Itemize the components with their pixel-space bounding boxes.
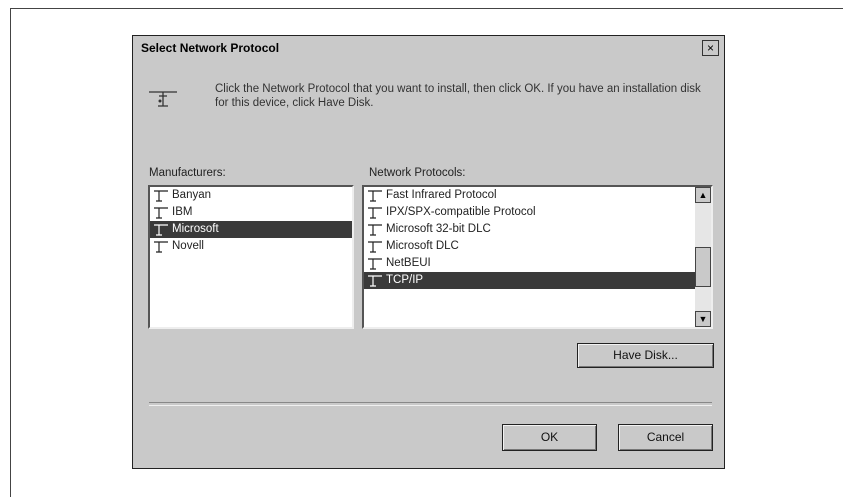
protocol-item-icon <box>154 224 168 236</box>
protocol-item[interactable]: IPX/SPX-compatible Protocol <box>364 204 695 221</box>
manufacturer-item-label: Banyan <box>172 189 212 201</box>
ok-label: OK <box>540 430 559 444</box>
protocol-item-icon <box>368 224 382 236</box>
have-disk-label: Have Disk... <box>613 348 678 362</box>
title-bar: Select Network Protocol × <box>135 38 722 60</box>
manufacturers-list: Banyan IBM Microsoft Novell <box>150 187 352 255</box>
protocol-item[interactable]: Microsoft 32-bit DLC <box>364 221 695 238</box>
protocol-item-label: Fast Infrared Protocol <box>386 189 497 201</box>
scroll-down-button[interactable]: ▼ <box>695 311 711 327</box>
protocol-item-label: Microsoft DLC <box>386 240 459 252</box>
manufacturers-label: Manufacturers: <box>149 167 226 179</box>
protocol-item-icon <box>368 258 382 270</box>
manufacturer-item-label: IBM <box>172 206 193 218</box>
manufacturers-listbox[interactable]: Banyan IBM Microsoft Novell <box>148 185 354 329</box>
separator-line <box>149 402 712 406</box>
manufacturer-item-label: Novell <box>172 240 204 252</box>
protocol-item-icon <box>154 190 168 202</box>
manufacturer-item-label: Microsoft <box>172 223 219 235</box>
select-network-protocol-dialog: Select Network Protocol × Click the Netw… <box>132 35 725 469</box>
protocol-item-icon <box>368 207 382 219</box>
protocol-item[interactable]: Fast Infrared Protocol <box>364 187 695 204</box>
protocol-item-label: NetBEUI <box>386 257 431 269</box>
protocol-item[interactable]: TCP/IP <box>364 272 695 289</box>
protocol-item-label: Microsoft 32-bit DLC <box>386 223 491 235</box>
network-protocols-list: Fast Infrared Protocol IPX/SPX-compatible… <box>364 187 695 289</box>
close-button[interactable]: × <box>702 40 719 56</box>
arrow-down-icon: ▼ <box>698 314 708 324</box>
cancel-label: Cancel <box>646 430 685 444</box>
cancel-button[interactable]: Cancel <box>618 424 713 451</box>
network-protocols-listbox[interactable]: Fast Infrared Protocol IPX/SPX-compatible… <box>362 185 713 329</box>
protocol-item-icon <box>368 241 382 253</box>
protocols-scrollbar[interactable]: ▲ ▼ <box>695 187 711 327</box>
protocol-item-icon <box>154 241 168 253</box>
page-frame-top <box>10 8 843 9</box>
manufacturer-item[interactable]: Microsoft <box>150 221 352 238</box>
protocol-item[interactable]: Microsoft DLC <box>364 238 695 255</box>
ok-button[interactable]: OK <box>502 424 597 451</box>
network-protocols-label: Network Protocols: <box>369 167 466 179</box>
have-disk-button[interactable]: Have Disk... <box>577 343 714 368</box>
arrow-up-icon: ▲ <box>698 190 708 200</box>
network-protocol-icon <box>149 91 177 107</box>
scroll-up-button[interactable]: ▲ <box>695 187 711 203</box>
manufacturer-item[interactable]: IBM <box>150 204 352 221</box>
protocol-item-icon <box>368 190 382 202</box>
scroll-thumb[interactable] <box>695 247 711 287</box>
instruction-text: Click the Network Protocol that you want… <box>215 83 701 109</box>
close-icon: × <box>706 41 714 55</box>
dialog-title: Select Network Protocol <box>141 41 280 55</box>
manufacturer-item[interactable]: Novell <box>150 238 352 255</box>
page-frame-left <box>10 8 11 497</box>
protocol-item-icon <box>154 207 168 219</box>
protocol-item[interactable]: NetBEUI <box>364 255 695 272</box>
protocol-item-label: IPX/SPX-compatible Protocol <box>386 206 536 218</box>
manufacturer-item[interactable]: Banyan <box>150 187 352 204</box>
protocol-item-label: TCP/IP <box>386 274 424 286</box>
protocol-item-icon <box>368 275 382 287</box>
